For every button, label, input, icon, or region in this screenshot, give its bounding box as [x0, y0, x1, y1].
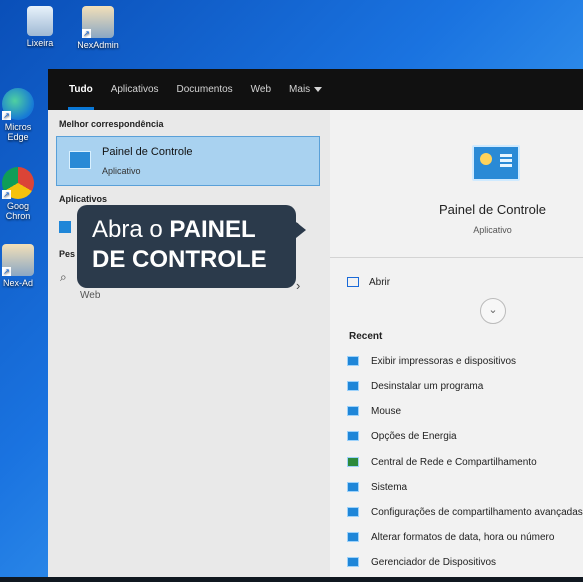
- network-icon: [347, 457, 359, 468]
- best-match-title: Painel de Controle: [102, 146, 193, 158]
- caret-down-icon: [314, 86, 323, 92]
- control-panel-icon: [347, 482, 359, 493]
- tab-tudo[interactable]: Tudo: [60, 69, 102, 110]
- recent-item[interactable]: Configurações de compartilhamento avança…: [347, 507, 583, 518]
- callout-text-bold-2: DE CONTROLE: [92, 246, 267, 273]
- callout-tail: [296, 222, 306, 238]
- tab-mais[interactable]: Mais: [280, 69, 331, 110]
- desktop-icon-nex-ad[interactable]: ↗ Nex-Ad: [0, 244, 42, 288]
- control-panel-icon: [69, 151, 91, 169]
- tab-aplicativos[interactable]: Aplicativos: [102, 69, 168, 110]
- callout-text-plain: Abra o: [92, 216, 170, 243]
- desktop-icon-nexadmin[interactable]: ↗ NexAdmin: [71, 6, 125, 50]
- control-panel-icon: [472, 145, 520, 181]
- tab-web[interactable]: Web: [242, 69, 280, 110]
- search-panel: Tudo Aplicativos Documentos Web Mais Mel…: [48, 69, 583, 582]
- control-panel-icon: [347, 557, 359, 568]
- preview-pane: Painel de Controle Aplicativo Abrir ⌄ Re…: [330, 110, 583, 582]
- best-match-item[interactable]: Painel de Controle Aplicativo: [56, 136, 320, 186]
- recent-item[interactable]: Central de Rede e Compartilhamento: [347, 457, 537, 468]
- recent-item[interactable]: Gerenciador de Dispositivos: [347, 557, 496, 568]
- callout-text-bold-1: PAINEL: [169, 216, 256, 243]
- chrome-icon: ↗: [2, 167, 34, 199]
- network-people-icon: ↗: [2, 244, 34, 276]
- recent-heading: Recent: [349, 331, 383, 342]
- open-label: Abrir: [369, 277, 391, 288]
- apps-heading: Aplicativos: [59, 194, 108, 204]
- chevron-right-icon[interactable]: ›: [296, 278, 300, 293]
- preview-subtitle: Aplicativo: [473, 225, 512, 235]
- results-list: Melhor correspondência Painel de Control…: [48, 110, 330, 582]
- search-web-heading: Pes: [59, 249, 76, 259]
- search-tabs: Tudo Aplicativos Documentos Web Mais: [48, 69, 583, 110]
- best-match-heading: Melhor correspondência: [59, 119, 164, 129]
- control-panel-icon: [347, 381, 359, 392]
- recycle-bin-icon: [27, 6, 53, 36]
- recent-item[interactable]: Desinstalar um programa: [347, 381, 483, 392]
- web-result-label: Web: [80, 290, 101, 301]
- search-icon: ⌕: [60, 270, 67, 284]
- desktop-icon-edge[interactable]: ↗ Micros Edge: [0, 88, 42, 142]
- control-panel-icon: [347, 507, 359, 518]
- open-icon: [347, 277, 359, 288]
- recent-item[interactable]: Exibir impressoras e dispositivos: [347, 356, 516, 367]
- control-panel-icon: [347, 356, 359, 367]
- best-match-subtitle: Aplicativo: [102, 166, 141, 176]
- tab-mais-label: Mais: [289, 84, 311, 95]
- network-people-icon: ↗: [82, 6, 114, 38]
- divider: [330, 257, 583, 258]
- taskbar: [0, 577, 583, 582]
- recent-item[interactable]: Mouse: [347, 406, 401, 417]
- tutorial-callout: Abra o PAINEL DE CONTROLE: [77, 205, 306, 288]
- desktop-icon-lixeira[interactable]: Lixeira: [13, 6, 67, 48]
- preview-title: Painel de Controle: [439, 202, 546, 217]
- open-action[interactable]: Abrir: [347, 277, 390, 288]
- expand-button[interactable]: ⌄: [480, 298, 506, 324]
- edge-icon: ↗: [2, 88, 34, 120]
- recent-item[interactable]: Opções de Energia: [347, 431, 457, 442]
- control-panel-icon: [347, 431, 359, 442]
- recent-item[interactable]: Alterar formatos de data, hora ou número: [347, 532, 554, 543]
- desktop-icon-chrome[interactable]: ↗ Goog Chron: [0, 167, 42, 221]
- tab-documentos[interactable]: Documentos: [168, 69, 242, 110]
- control-panel-icon: [347, 406, 359, 417]
- control-panel-icon: [347, 532, 359, 543]
- recent-item[interactable]: Sistema: [347, 482, 407, 493]
- app-gear-icon[interactable]: [59, 221, 71, 233]
